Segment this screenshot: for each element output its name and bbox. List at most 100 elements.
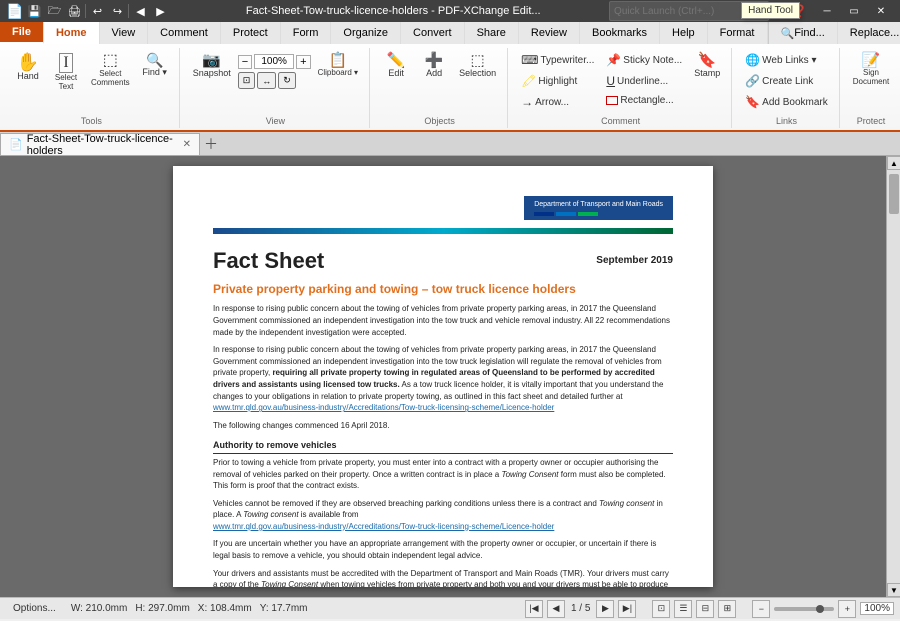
link2[interactable]: www.tmr.qld.gov.au/business-industry/Acc… — [213, 522, 554, 531]
highlight-btn[interactable]: 🖍 Highlight — [516, 71, 599, 91]
tab-comment[interactable]: Comment — [148, 22, 221, 44]
qa-open[interactable]: 🗁 — [45, 2, 63, 20]
section1-para2: Vehicles cannot be removed if they are o… — [213, 498, 673, 533]
tab-help[interactable]: Help — [660, 22, 708, 44]
x-coord: X: 108.4mm — [198, 603, 252, 614]
underline-btn[interactable]: U Underline... — [601, 71, 687, 91]
sign-doc-btn[interactable]: 📝 SignDocument — [848, 50, 894, 89]
fact-sheet-date: September 2019 — [596, 254, 673, 268]
tab-review[interactable]: Review — [519, 22, 580, 44]
rectangle-icon — [606, 96, 618, 105]
single-page-btn[interactable]: ⊡ — [652, 600, 670, 618]
replace-btn[interactable]: Replace... — [838, 22, 900, 44]
qa-redo[interactable]: ↪ — [108, 2, 126, 20]
tab-protect[interactable]: Protect — [221, 22, 281, 44]
options-btn[interactable]: Options... — [6, 601, 63, 616]
tab-bar: 📄 Fact-Sheet-Tow-truck-licence-holders ✕… — [0, 132, 900, 156]
vertical-scrollbar[interactable]: ▲ ▼ — [886, 156, 900, 597]
typewriter-icon: ⌨ — [521, 53, 538, 67]
tab-home[interactable]: Home — [44, 22, 100, 44]
pdf-page: Department of Transport and Main Roads S… — [173, 166, 713, 587]
find-all-btn[interactable]: 🔍Find... — [768, 22, 838, 44]
typewriter-btn[interactable]: ⌨ Typewriter... — [516, 50, 599, 70]
two-page-cont-btn[interactable]: ⊞ — [718, 600, 736, 618]
tab-file[interactable]: File — [0, 22, 44, 44]
scroll-up-btn[interactable]: ▲ — [887, 156, 900, 170]
arrow-btn[interactable]: → Arrow... — [516, 92, 599, 112]
comment-label: Comment — [516, 116, 725, 126]
maximize-btn[interactable]: ▭ — [841, 0, 867, 22]
signdoc-icon: 📝 — [862, 53, 881, 68]
scroll-down-btn[interactable]: ▼ — [887, 583, 900, 597]
scroll-thumb[interactable] — [889, 174, 899, 214]
main-area: Department of Transport and Main Roads S… — [0, 156, 900, 597]
tab-format[interactable]: Format — [708, 22, 768, 44]
ribbon-group-protect: 📝 SignDocument Protect — [842, 48, 900, 128]
fit-width-btn[interactable]: ↔ — [257, 72, 276, 89]
qa-save[interactable]: 💾 — [25, 2, 43, 20]
qa-forward[interactable]: ▶ — [151, 2, 169, 20]
zoom-minus-status[interactable]: − — [752, 600, 770, 618]
document-tab[interactable]: 📄 Fact-Sheet-Tow-truck-licence-holders ✕ — [0, 133, 200, 155]
web-links-btn[interactable]: 🌐 Web Links ▾ — [740, 50, 833, 70]
tab-convert[interactable]: Convert — [401, 22, 465, 44]
dept-bar — [213, 228, 673, 234]
qa-back[interactable]: ◀ — [131, 2, 149, 20]
y-coord: Y: 17.7mm — [260, 603, 308, 614]
rotate-btn[interactable]: ↻ — [278, 72, 296, 89]
tab-view[interactable]: View — [100, 22, 149, 44]
snapshot-btn[interactable]: 📷 Snapshot — [188, 50, 236, 81]
para1: In response to rising public concern abo… — [213, 303, 673, 338]
add-bookmark-btn[interactable]: 🔖 Add Bookmark — [740, 92, 833, 112]
tab-bookmarks[interactable]: Bookmarks — [580, 22, 660, 44]
find-btn[interactable]: 🔍 Find ▾ — [137, 50, 173, 81]
bookmark-icon: 🔖 — [745, 95, 760, 109]
dimensions-display: W: 210.0mm — [71, 603, 128, 614]
qa-undo[interactable]: ↩ — [88, 2, 106, 20]
minimize-btn[interactable]: ─ — [814, 0, 840, 22]
ribbon: ✋ Hand I SelectText ⬚ SelectComments 🔍 F… — [0, 44, 900, 132]
clipboard-icon: 📋 — [328, 53, 347, 68]
qa-print[interactable]: 🖨 — [65, 2, 83, 20]
zoom-value-display: 100% — [254, 54, 294, 69]
stamp-btn[interactable]: 🔖 Stamp — [689, 50, 725, 81]
hand-tool-btn[interactable]: ✋ Hand — [10, 50, 46, 84]
clipboard-btn[interactable]: 📋 Clipboard ▾ — [313, 50, 363, 80]
view-label: View — [188, 116, 363, 126]
create-link-btn[interactable]: 🔗 Create Link — [740, 71, 833, 91]
continuous-btn[interactable]: ☰ — [674, 600, 692, 618]
close-btn[interactable]: ✕ — [868, 0, 894, 22]
zoom-thumb[interactable] — [816, 605, 824, 613]
hand-tool-tooltip: Hand Tool — [741, 2, 800, 19]
link1[interactable]: www.tmr.qld.gov.au/business-industry/Acc… — [213, 403, 554, 412]
next-page-btn[interactable]: ▶ — [596, 600, 614, 618]
last-page-btn[interactable]: ▶| — [618, 600, 636, 618]
prev-page-btn[interactable]: ◀ — [547, 600, 565, 618]
tab-share[interactable]: Share — [465, 22, 519, 44]
select-comments-btn[interactable]: ⬚ SelectComments — [86, 50, 135, 90]
selection-btn[interactable]: ⬚ Selection — [454, 50, 501, 81]
add-btn[interactable]: ➕ Add — [416, 50, 452, 81]
select-text-btn[interactable]: I SelectText — [48, 50, 84, 94]
ribbon-group-view: 📷 Snapshot − 100% + ⊡ ↔ ↻ � — [182, 48, 370, 128]
fit-page-btn[interactable]: ⊡ — [238, 72, 256, 89]
stickynote-icon: 📌 — [606, 53, 621, 67]
rectangle-btn[interactable]: Rectangle... — [601, 92, 687, 109]
zoom-minus-btn[interactable]: − — [238, 55, 252, 69]
zoom-plus-status[interactable]: + — [838, 600, 856, 618]
first-page-btn[interactable]: |◀ — [525, 600, 543, 618]
edit-btn[interactable]: ✏️ Edit — [378, 50, 414, 81]
zoom-slider[interactable] — [774, 607, 834, 611]
text-select-icon: I — [59, 53, 72, 73]
new-tab-btn[interactable]: ＋ — [200, 133, 222, 155]
hand-icon: ✋ — [17, 53, 39, 71]
select-icon: ⬚ — [103, 53, 118, 69]
sticky-note-btn[interactable]: 📌 Sticky Note... — [601, 50, 687, 70]
title-bar: 📄 💾 🗁 🖨 ↩ ↪ ◀ ▶ Fact-Sheet-Tow-truck-lic… — [0, 0, 900, 22]
zoom-plus-btn[interactable]: + — [296, 55, 310, 69]
tab-form[interactable]: Form — [281, 22, 332, 44]
tab-close-btn[interactable]: ✕ — [183, 139, 191, 150]
two-page-btn[interactable]: ⊟ — [696, 600, 714, 618]
edit-icon: ✏️ — [387, 53, 406, 68]
tab-organize[interactable]: Organize — [331, 22, 401, 44]
